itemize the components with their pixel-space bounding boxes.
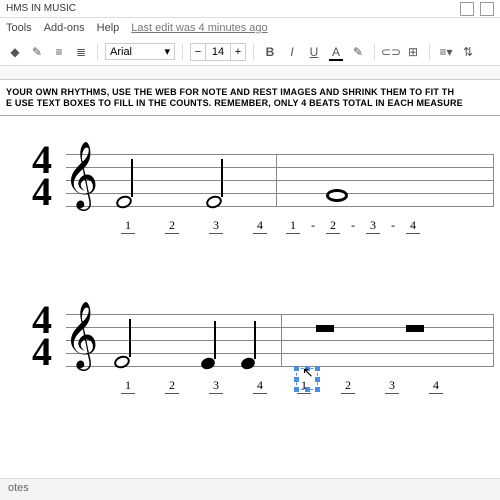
quarter-note[interactable] [201, 358, 215, 369]
align-icon[interactable]: ≡ [50, 43, 68, 61]
count-label[interactable]: 1 [286, 218, 300, 234]
count-label[interactable]: 1 [121, 378, 135, 394]
ts-denominator: 4 [32, 176, 52, 208]
time-signature: 4 4 [32, 144, 52, 208]
italic-button[interactable]: I [283, 43, 301, 61]
font-select[interactable]: Arial ▾ [105, 43, 175, 60]
window-icon-2[interactable] [480, 2, 494, 16]
title-bar: HMS IN MUSIC [0, 0, 500, 18]
treble-clef-icon: 𝄞 [64, 306, 98, 364]
font-size-decrease[interactable]: − [190, 43, 206, 61]
toolbar: ◆ ✎ ≡ ≣ Arial ▾ − 14 + B I U A ✎ ⊂⊃ ⊞ ≡▾… [0, 38, 500, 66]
separator [182, 44, 183, 60]
font-name: Arial [110, 46, 132, 58]
ruler [0, 66, 500, 80]
treble-clef-icon: 𝄞 [64, 146, 98, 204]
count-label[interactable]: 3 [366, 218, 380, 234]
count-label[interactable]: 4 [253, 218, 267, 234]
count-dash: - [351, 218, 355, 232]
footer-bar: otes [0, 478, 500, 500]
count-label[interactable]: 4 [406, 218, 420, 234]
count-label[interactable]: 3 [209, 378, 223, 394]
instruction-line-2: E USE TEXT BOXES TO FILL IN THE COUNTS. … [6, 98, 494, 109]
separator [374, 44, 375, 60]
footer-label: otes [8, 482, 29, 494]
music-staff-1: 4 4 𝄞 1 2 3 4 1 - [6, 126, 494, 266]
paint-format-icon[interactable]: ◆ [6, 43, 24, 61]
edit-icon[interactable]: ✎ [28, 43, 46, 61]
line-spacing-icon[interactable]: ⇅ [459, 43, 477, 61]
count-label[interactable]: 2 [165, 378, 179, 394]
separator [429, 44, 430, 60]
count-label[interactable]: 2 [341, 378, 355, 394]
half-note[interactable] [114, 356, 130, 368]
text-color-button[interactable]: A [327, 43, 345, 61]
bold-button[interactable]: B [261, 43, 279, 61]
count-label[interactable]: 4 [253, 378, 267, 394]
time-signature: 4 4 [32, 304, 52, 368]
align-icon-2[interactable]: ≣ [72, 43, 90, 61]
font-size-increase[interactable]: + [230, 43, 246, 61]
barline [276, 154, 277, 206]
link-icon[interactable]: ⊂⊃ [382, 43, 400, 61]
font-size-value[interactable]: 14 [206, 43, 230, 61]
highlight-icon[interactable]: ✎ [349, 43, 367, 61]
instruction-line-1: YOUR OWN RHYTHMS, USE THE WEB FOR NOTE A… [6, 87, 494, 98]
count-row: 1 2 3 4 1 - 2 - 3 - 4 [106, 218, 494, 234]
count-label[interactable]: 1 [121, 218, 135, 234]
horizontal-rule [0, 115, 500, 116]
doc-title: HMS IN MUSIC [6, 3, 76, 14]
half-note[interactable] [116, 196, 132, 208]
menu-bar: Tools Add-ons Help Last edit was 4 minut… [0, 18, 500, 38]
instruction-text: YOUR OWN RHYTHMS, USE THE WEB FOR NOTE A… [0, 84, 500, 113]
music-staff-2: 4 4 𝄞 [6, 286, 494, 426]
menu-help[interactable]: Help [97, 22, 120, 34]
count-label[interactable]: 3 [209, 218, 223, 234]
half-rest[interactable] [316, 325, 334, 332]
count-label[interactable]: 2 [326, 218, 340, 234]
last-edit-label[interactable]: Last edit was 4 minutes ago [131, 22, 267, 34]
quarter-note[interactable] [241, 358, 255, 369]
document-body[interactable]: YOUR OWN RHYTHMS, USE THE WEB FOR NOTE A… [0, 80, 500, 454]
barline [281, 314, 282, 366]
separator [253, 44, 254, 60]
chevron-down-icon: ▾ [164, 45, 170, 58]
window-icon-1[interactable] [460, 2, 474, 16]
insert-icon[interactable]: ⊞ [404, 43, 422, 61]
menu-addons[interactable]: Add-ons [44, 22, 85, 34]
half-note[interactable] [206, 196, 222, 208]
barline-end [493, 154, 494, 206]
menu-tools[interactable]: Tools [6, 22, 32, 34]
underline-button[interactable]: U [305, 43, 323, 61]
align-menu-icon[interactable]: ≡▾ [437, 43, 455, 61]
count-label[interactable]: 4 [429, 378, 443, 394]
half-rest[interactable] [406, 325, 424, 332]
separator [97, 44, 98, 60]
count-label[interactable]: 3 [385, 378, 399, 394]
whole-note[interactable] [326, 189, 348, 202]
ts-denominator: 4 [32, 336, 52, 368]
count-dash: - [391, 218, 395, 232]
barline-end [493, 314, 494, 366]
count-label[interactable]: 2 [165, 218, 179, 234]
count-dash: - [311, 218, 315, 232]
count-row: 1 2 3 4 1 2 3 4 [106, 378, 494, 394]
count-label[interactable]: 1 [297, 378, 311, 394]
